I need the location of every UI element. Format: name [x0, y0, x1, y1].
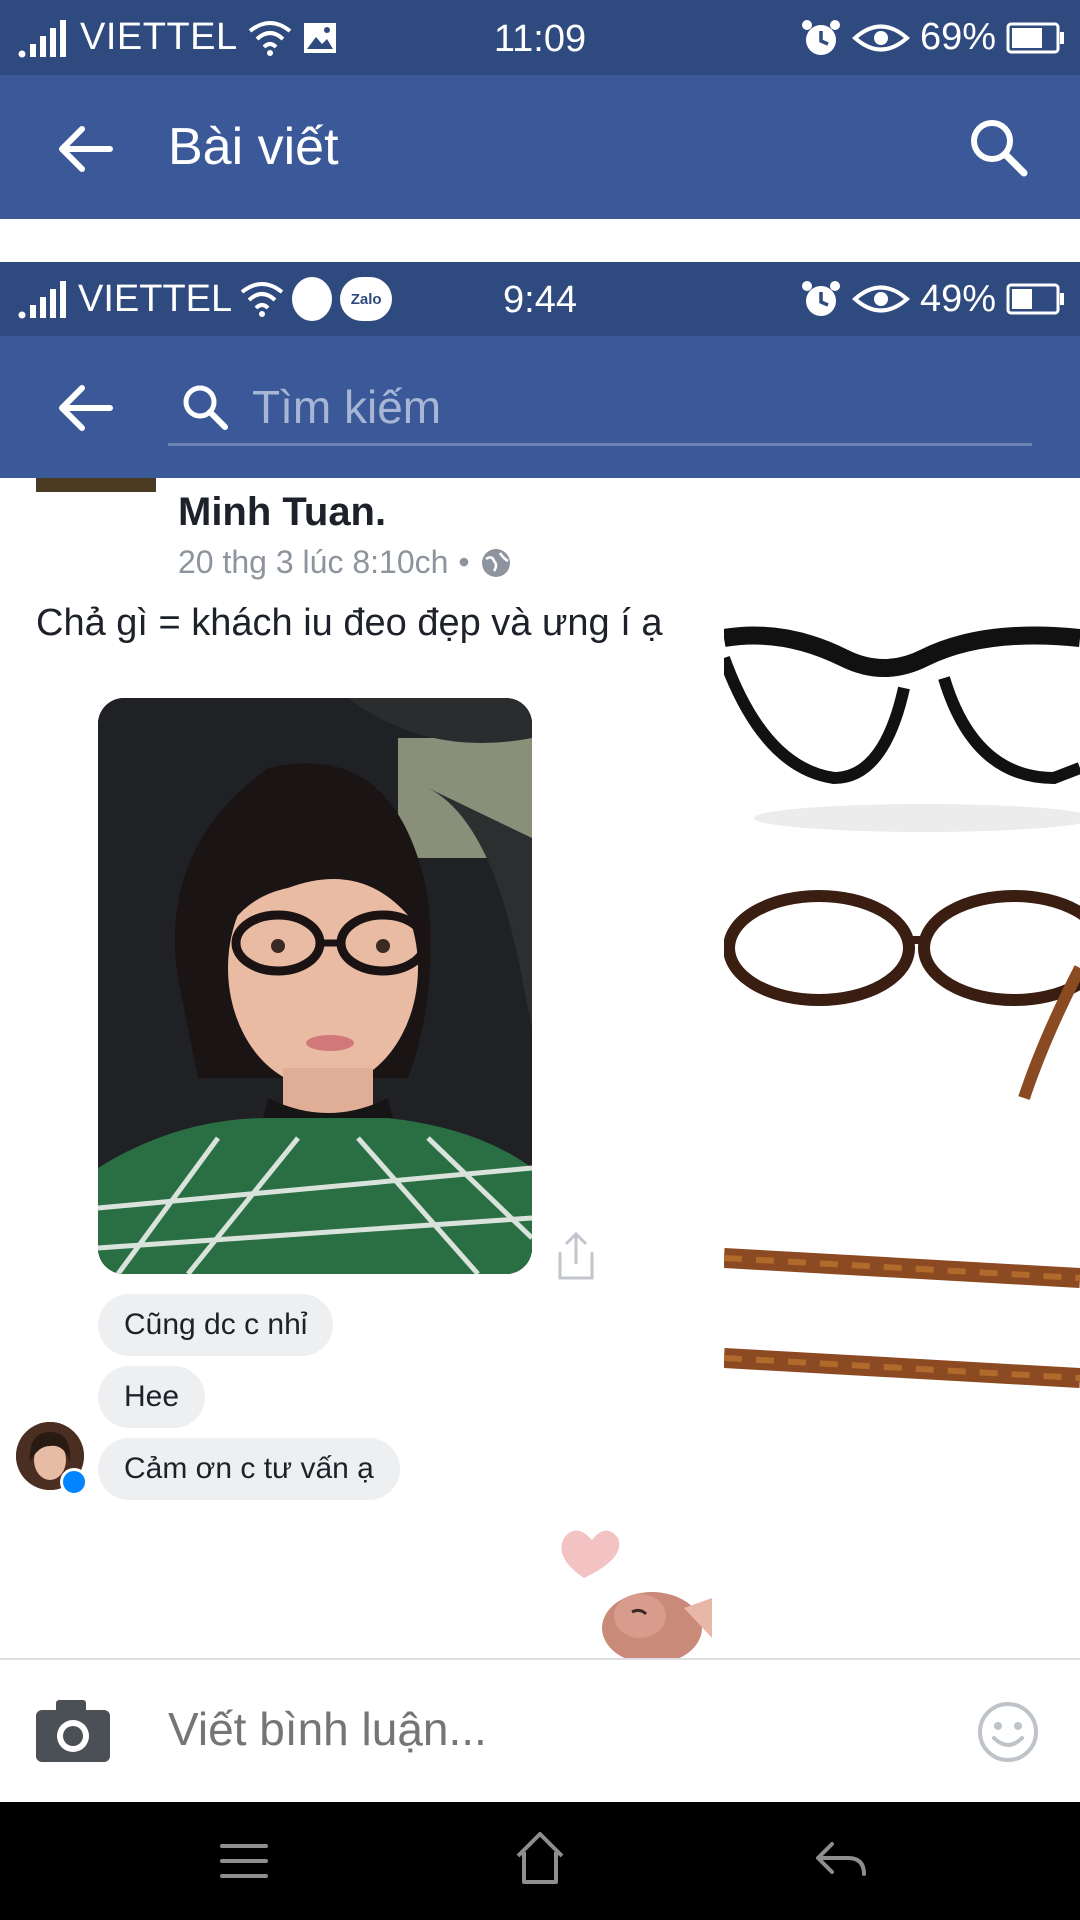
heart-dog-sticker: [561, 1530, 712, 1658]
share-icon: [558, 1231, 594, 1280]
embedded-post-content: Minh Tuan. 20 thg 3 lúc 8:10ch • Chả gì …: [0, 478, 1080, 1658]
post-author: Minh Tuan.: [178, 490, 387, 534]
embedded-app-bar: Tìm kiếm: [0, 336, 1080, 478]
embedded-search-box: Tìm kiếm: [168, 366, 1032, 446]
battery-icon: [1006, 22, 1064, 53]
alarm-icon: [801, 19, 840, 55]
comment-bar: [0, 1658, 1080, 1802]
back-icon[interactable]: [812, 1836, 868, 1886]
author-avatar: [36, 478, 156, 492]
back-arrow-icon: [59, 385, 113, 431]
customer-selfie-photo: [98, 698, 532, 1274]
eye-comfort-icon: [851, 285, 910, 313]
app-bar: Bài viết: [0, 75, 1080, 219]
embedded-battery-percent: 49%: [919, 277, 996, 320]
eye-comfort-icon: [851, 24, 910, 51]
battery-icon: [1006, 283, 1064, 315]
status-bar: VIETTEL 11:09 69%: [0, 0, 1080, 75]
embedded-status-right: 49%: [800, 262, 1066, 336]
page-title: Bài viết: [168, 118, 339, 176]
message-bubble: Cũng dc c nhỉ: [98, 1294, 334, 1356]
camera-icon[interactable]: [34, 1698, 112, 1764]
status-right: 69%: [800, 0, 1066, 75]
post-text: Chả gì = khách iu đeo đẹp và ưng í ạ: [36, 602, 663, 644]
comment-input[interactable]: [168, 1702, 948, 1756]
search-icon: [183, 385, 228, 430]
message-bubble: Cảm ơn c tư vấn ạ: [98, 1438, 400, 1500]
home-icon[interactable]: [512, 1830, 568, 1886]
message-bubble: Hee: [98, 1366, 206, 1428]
system-navigation-bar: [0, 1802, 1080, 1920]
emoji-smiley-icon[interactable]: [976, 1700, 1040, 1764]
menu-icon[interactable]: [218, 1836, 270, 1886]
globe-icon: [481, 548, 510, 577]
search-icon[interactable]: [966, 115, 1030, 179]
messenger-badge-icon: [60, 1468, 88, 1496]
meta-separator: •: [458, 544, 470, 580]
embedded-search-placeholder: Tìm kiếm: [252, 381, 442, 433]
embedded-status-bar: VIETTEL Zalo 9:44 49%: [0, 262, 1080, 336]
glasses-product-photo: [718, 478, 1080, 1658]
post-meta: 20 thg 3 lúc 8:10ch •: [178, 544, 512, 581]
post-timestamp: 20 thg 3 lúc 8:10ch: [178, 544, 449, 580]
alarm-icon: [801, 281, 840, 316]
post-image[interactable]: VIETTEL Zalo 9:44 49% Tìm kiếm Minh Tuan…: [0, 262, 1080, 1658]
back-arrow-icon[interactable]: [52, 117, 116, 181]
battery-percent: 69%: [919, 16, 996, 58]
post-header-strip: [0, 219, 1080, 262]
